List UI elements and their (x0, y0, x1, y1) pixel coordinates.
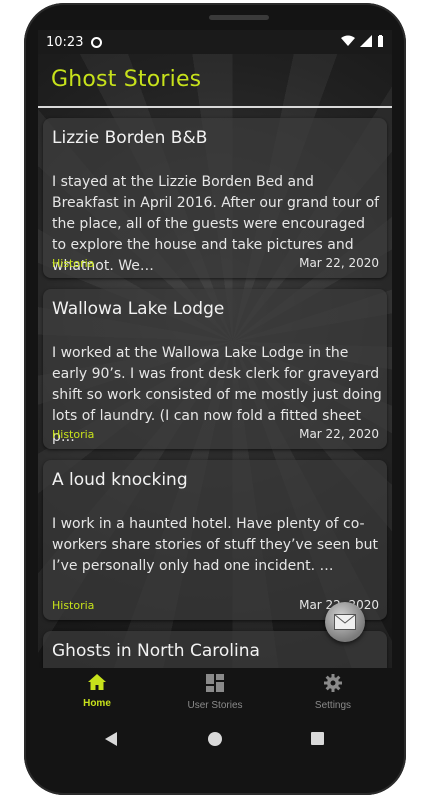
nav-user-stories[interactable]: User Stories (156, 674, 274, 711)
battery-icon (378, 35, 383, 47)
nav-settings[interactable]: Settings (274, 674, 392, 711)
story-date: Mar 22, 2020 (299, 256, 379, 270)
story-title: Lizzie Borden B&B (52, 128, 208, 148)
user-stories-icon (206, 674, 224, 692)
bottom-navigation: Home User Stories Settings (38, 668, 392, 722)
story-card[interactable]: Wallowa Lake Lodge I worked at the Wallo… (43, 289, 387, 449)
story-card[interactable]: Lizzie Borden B&B I stayed at the Lizzie… (43, 118, 387, 278)
story-date: Mar 22, 2020 (299, 427, 379, 441)
notification-icon (91, 36, 103, 48)
submit-story-button[interactable] (325, 602, 365, 642)
story-category: Historia (52, 428, 95, 441)
story-excerpt: I work in a haunted hotel. Have plenty o… (52, 516, 378, 574)
wifi-icon (341, 35, 355, 46)
nav-home[interactable]: Home (38, 674, 156, 709)
system-navigation-bar (38, 722, 392, 758)
app-screen: 10:23 Ghost Stories Lizzie Borden B&B I … (38, 30, 392, 722)
story-title: Wallowa Lake Lodge (52, 299, 225, 319)
status-icons (341, 35, 384, 47)
status-bar: 10:23 (38, 30, 392, 54)
mail-icon (334, 614, 356, 630)
nav-home-label: Home (83, 698, 111, 709)
nav-user-stories-label: User Stories (187, 700, 243, 711)
story-category: Historia (52, 257, 95, 270)
story-category: Historia (52, 599, 95, 612)
speaker-grille (209, 15, 269, 20)
title-divider (38, 106, 392, 108)
settings-icon (324, 674, 342, 692)
story-card[interactable]: A loud knocking I work in a haunted hote… (43, 460, 387, 620)
home-icon (88, 674, 106, 690)
status-time: 10:23 (46, 34, 84, 50)
recents-icon[interactable] (311, 732, 324, 745)
story-title: A loud knocking (52, 470, 188, 490)
app-title: Ghost Stories (51, 67, 202, 92)
story-title: Ghosts in North Carolina (52, 641, 260, 661)
nav-settings-label: Settings (314, 700, 352, 711)
home-circle-icon[interactable] (208, 732, 222, 746)
signal-icon (360, 35, 372, 47)
back-icon[interactable] (105, 732, 119, 746)
